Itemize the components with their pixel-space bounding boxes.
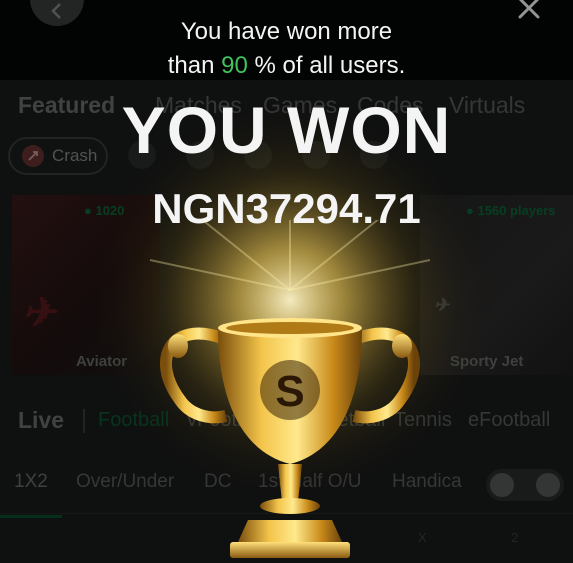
odds-header-x: X [418, 530, 427, 545]
close-icon[interactable] [517, 0, 541, 20]
category-icon[interactable] [128, 141, 156, 169]
tab-codes[interactable]: Codes [357, 92, 423, 119]
market-tab-dc[interactable]: DC [204, 471, 231, 493]
tab-virtuals[interactable]: Virtuals [449, 92, 525, 119]
sport-tab-basketball[interactable]: Basketball [293, 409, 385, 432]
category-crash[interactable]: Crash [8, 137, 108, 175]
market-tab-first-half[interactable]: 1st Half O/U [258, 471, 361, 493]
background-app: Featured Matches Games Codes Virtuals Cr… [0, 0, 573, 563]
market-tab-handicap[interactable]: Handica [392, 471, 462, 493]
market-tabs: 1X2 Over/Under DC 1st Half O/U Handica [0, 469, 573, 518]
category-icon[interactable] [186, 141, 214, 169]
game-card-aviator[interactable]: ● 1020 ✈ Aviator [12, 195, 160, 375]
odds-header-2: 2 [511, 530, 519, 545]
divider [83, 409, 85, 433]
sport-tab-efootball[interactable]: eFootball [468, 409, 550, 432]
divider [0, 513, 573, 514]
user-icon: ● [466, 203, 478, 218]
tab-matches[interactable]: Matches [155, 92, 242, 119]
market-tab-1x2[interactable]: 1X2 [14, 471, 48, 493]
game-name: Aviator [76, 353, 128, 370]
tab-games[interactable]: Games [263, 92, 337, 119]
category-icon[interactable] [360, 141, 388, 169]
active-tab-indicator [0, 515, 62, 518]
chevron-left-icon [51, 3, 61, 19]
sporty-jet-logo: ✈ [434, 295, 452, 315]
toggle-option [490, 473, 514, 497]
category-icon[interactable] [244, 141, 272, 169]
game-card-sporty-jet[interactable]: ● 1560 players ✈ Sporty Jet [420, 195, 573, 375]
sport-tab-vfootball[interactable]: vFootball [187, 409, 268, 432]
period-toggle[interactable] [486, 469, 564, 501]
player-count: ● 1020 [84, 203, 125, 218]
category-icon[interactable] [302, 141, 330, 169]
game-name: Sporty Jet [450, 353, 524, 370]
live-title: Live [18, 407, 65, 433]
market-tab-over-under[interactable]: Over/Under [76, 471, 174, 493]
aviator-logo: ✈ [22, 291, 56, 335]
toggle-option [536, 473, 560, 497]
player-count: ● 1560 players [466, 203, 556, 218]
user-icon: ● [84, 203, 96, 218]
category-crash-label: Crash [52, 146, 98, 165]
rocket-icon [22, 145, 44, 167]
sport-tab-tennis[interactable]: Tennis [394, 409, 452, 432]
tab-featured[interactable]: Featured [18, 92, 115, 119]
sport-tab-football[interactable]: Football [98, 409, 169, 432]
top-bar [0, 0, 573, 80]
